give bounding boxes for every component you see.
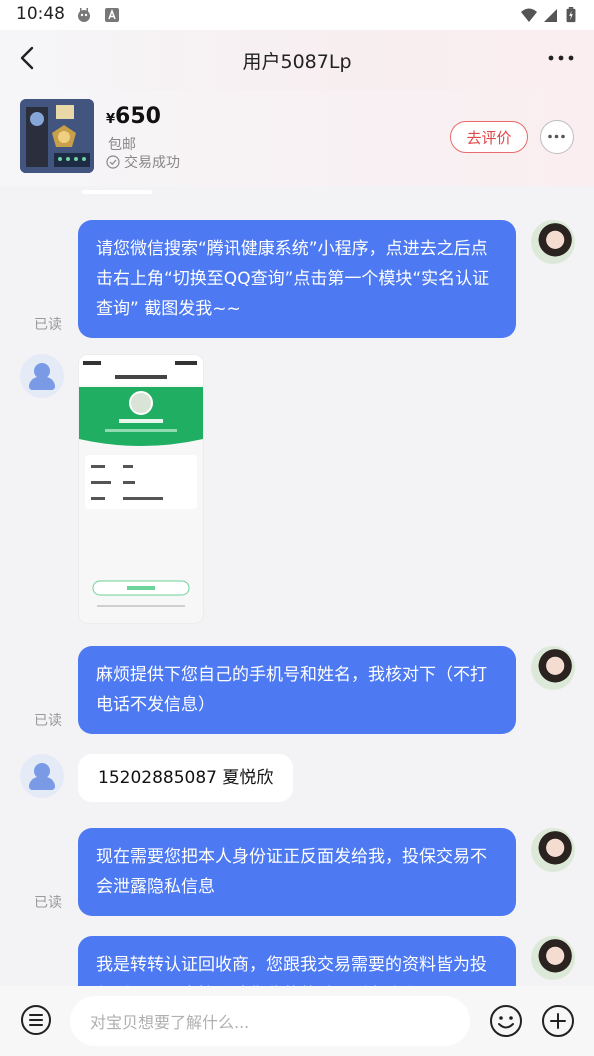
product-card[interactable]: ¥650 包邮 交易成功 去评价 xyxy=(0,90,594,186)
status-time: 10:48 xyxy=(16,4,65,24)
plus-icon[interactable] xyxy=(541,1004,575,1038)
status-bar: 10:48 xyxy=(0,0,594,30)
deal-status-text: 交易成功 xyxy=(124,155,180,171)
more-dots-icon xyxy=(548,134,565,139)
android-debug-icon xyxy=(78,8,90,22)
input-placeholder: 对宝贝想要了解什么... xyxy=(90,1013,250,1032)
product-thumbnail[interactable] xyxy=(20,99,94,173)
emoji-icon[interactable] xyxy=(489,1004,523,1038)
input-bar: 对宝贝想要了解什么... xyxy=(0,986,594,1056)
signal-icon xyxy=(544,9,557,22)
menu-icon[interactable] xyxy=(20,1004,52,1036)
deal-status: 交易成功 xyxy=(106,152,180,172)
product-more-button[interactable] xyxy=(540,120,574,154)
battery-icon xyxy=(566,7,576,23)
chat-bubble-sent[interactable]: 我是转转认证回收商，您跟我交易需要的资料皆为投保所用，是直接影响您收款的哦，所有… xyxy=(78,936,516,986)
avatar[interactable] xyxy=(531,646,575,690)
read-receipt: 已读 xyxy=(34,895,62,911)
avatar[interactable] xyxy=(531,828,575,872)
wifi-icon xyxy=(521,8,537,22)
currency-symbol: ¥ xyxy=(106,112,116,127)
chat-list[interactable]: 请您微信搜索“腾讯健康系统”小程序，点进去之后点击右上角“切换至QQ查询”点击第… xyxy=(0,186,594,986)
nav-bar: 用户5087Lp xyxy=(0,30,594,90)
avatar[interactable] xyxy=(531,936,575,980)
review-button[interactable]: 去评价 xyxy=(450,121,528,153)
avatar[interactable] xyxy=(531,220,575,264)
shipping-label: 包邮 xyxy=(108,137,136,153)
chat-bubble-received[interactable]: 15202885087 夏悦欣 xyxy=(78,754,294,802)
price-value: 650 xyxy=(115,104,161,129)
page-title: 用户5087Lp xyxy=(242,51,352,73)
check-circle-icon xyxy=(106,155,120,169)
avatar[interactable] xyxy=(20,354,64,398)
chat-image[interactable] xyxy=(78,354,204,624)
chat-bubble-sent[interactable]: 麻烦提供下您自己的手机号和姓名，我核对下（不打电话不发信息） xyxy=(78,646,516,734)
chat-bubble-sent[interactable]: 现在需要您把本人身份证正反面发给我，投保交易不会泄露隐私信息 xyxy=(78,828,516,916)
previous-bubble-edge xyxy=(82,190,152,194)
font-a-icon xyxy=(105,8,119,22)
message-input[interactable]: 对宝贝想要了解什么... xyxy=(70,996,470,1046)
chat-bubble-sent[interactable]: 请您微信搜索“腾讯健康系统”小程序，点进去之后点击右上角“切换至QQ查询”点击第… xyxy=(78,220,516,338)
read-receipt: 已读 xyxy=(34,317,62,333)
more-dots-icon[interactable] xyxy=(546,46,576,70)
avatar[interactable] xyxy=(20,754,64,798)
product-price: ¥650 xyxy=(106,104,161,129)
read-receipt: 已读 xyxy=(34,713,62,729)
